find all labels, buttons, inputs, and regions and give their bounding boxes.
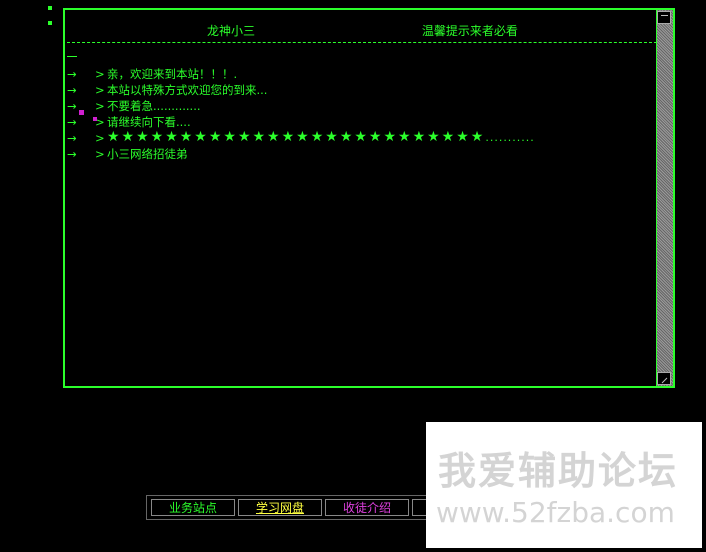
site-watermark: 我爱辅助论坛 www.52fzba.com bbox=[426, 422, 702, 548]
arrow-icon: → bbox=[67, 83, 77, 97]
chevron-icon: > bbox=[95, 83, 105, 97]
message-text: 请继续向下看.... bbox=[107, 115, 191, 129]
message-text: 亲，欢迎来到本站！！！. bbox=[107, 67, 238, 81]
vertical-scrollbar[interactable] bbox=[656, 10, 673, 386]
message-text: 不要着急............. bbox=[107, 99, 201, 113]
chevron-icon: > bbox=[95, 67, 105, 81]
tab-study-drive[interactable]: 学习网盘 bbox=[238, 499, 322, 516]
magenta-marker bbox=[93, 117, 97, 121]
corner-dot-bottom bbox=[48, 21, 52, 25]
page-title: 龙神小三 温馨提示来者必看 bbox=[207, 24, 518, 38]
chevron-icon: > bbox=[95, 147, 105, 161]
star-row: ★★★★★★★★★★★★★★★★★★★★★★★★★★........... bbox=[107, 129, 535, 146]
arrow-icon: → bbox=[67, 147, 77, 161]
magenta-marker bbox=[79, 110, 84, 115]
message-window: 龙神小三 温馨提示来者必看 → > 亲，欢迎来到本站！！！. → > 本站以特殊… bbox=[63, 8, 675, 388]
tab-apprentice-intro[interactable]: 收徒介绍 bbox=[325, 499, 409, 516]
message-text: 本站以特殊方式欢迎您的到来... bbox=[107, 83, 268, 97]
chevron-icon: > bbox=[95, 131, 105, 145]
watermark-url: www.52fzba.com bbox=[436, 496, 675, 529]
chevron-icon: > bbox=[95, 99, 105, 113]
tab-label: 收徒介绍 bbox=[342, 501, 391, 515]
message-text: 小三网络招徒弟 bbox=[107, 147, 188, 161]
dashed-divider bbox=[67, 42, 657, 43]
tab-label: 学习网盘 bbox=[255, 501, 304, 515]
tab-label: 业务站点 bbox=[168, 501, 217, 515]
scroll-down-button[interactable] bbox=[657, 372, 671, 385]
scroll-up-button[interactable] bbox=[657, 11, 671, 24]
tab-business-sites[interactable]: 业务站点 bbox=[151, 499, 235, 516]
tab-bar: 业务站点 学习网盘 收徒介绍 bbox=[146, 495, 446, 520]
divider-tail bbox=[67, 56, 77, 57]
corner-dot-top bbox=[48, 6, 52, 10]
arrow-icon: → bbox=[67, 67, 77, 81]
stars-text: ★★★★★★★★★★★★★★★★★★★★★★★★★★ bbox=[107, 129, 486, 145]
stars-tail: ........... bbox=[485, 131, 535, 144]
arrow-icon: → bbox=[67, 115, 77, 129]
arrow-icon: → bbox=[67, 131, 77, 145]
watermark-title: 我爱辅助论坛 bbox=[438, 449, 679, 493]
